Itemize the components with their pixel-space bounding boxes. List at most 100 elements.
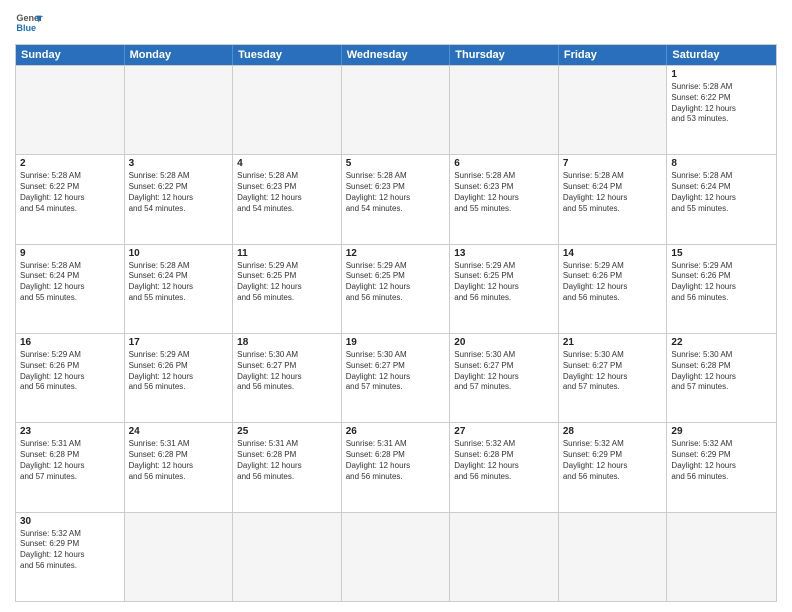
- calendar-header-row: SundayMondayTuesdayWednesdayThursdayFrid…: [16, 45, 776, 65]
- day-number: 4: [237, 158, 337, 169]
- header-cell-thursday: Thursday: [450, 45, 559, 65]
- calendar-cell: 2 Sunrise: 5:28 AM Sunset: 6:22 PM Daylig…: [16, 155, 125, 243]
- calendar: SundayMondayTuesdayWednesdayThursdayFrid…: [15, 44, 777, 602]
- day-info: Sunrise: 5:32 AM Sunset: 6:28 PM Dayligh…: [454, 439, 554, 482]
- calendar-cell: 3 Sunrise: 5:28 AM Sunset: 6:22 PM Daylig…: [125, 155, 234, 243]
- calendar-cell: [233, 513, 342, 601]
- day-info: Sunrise: 5:28 AM Sunset: 6:22 PM Dayligh…: [129, 171, 229, 214]
- day-info: Sunrise: 5:31 AM Sunset: 6:28 PM Dayligh…: [129, 439, 229, 482]
- day-info: Sunrise: 5:28 AM Sunset: 6:24 PM Dayligh…: [671, 171, 772, 214]
- day-info: Sunrise: 5:29 AM Sunset: 6:26 PM Dayligh…: [20, 350, 120, 393]
- calendar-row: 16 Sunrise: 5:29 AM Sunset: 6:26 PM Dayli…: [16, 333, 776, 422]
- day-number: 10: [129, 248, 229, 259]
- day-info: Sunrise: 5:29 AM Sunset: 6:26 PM Dayligh…: [563, 261, 663, 304]
- day-number: 3: [129, 158, 229, 169]
- day-number: 24: [129, 426, 229, 437]
- calendar-cell: 24 Sunrise: 5:31 AM Sunset: 6:28 PM Dayli…: [125, 423, 234, 511]
- calendar-cell: 7 Sunrise: 5:28 AM Sunset: 6:24 PM Daylig…: [559, 155, 668, 243]
- calendar-row: 1Sunrise: 5:28 AM Sunset: 6:22 PM Daylig…: [16, 65, 776, 154]
- calendar-cell: 25 Sunrise: 5:31 AM Sunset: 6:28 PM Dayli…: [233, 423, 342, 511]
- day-info: Sunrise: 5:30 AM Sunset: 6:27 PM Dayligh…: [237, 350, 337, 393]
- calendar-row: 30Sunrise: 5:32 AM Sunset: 6:29 PM Dayli…: [16, 512, 776, 601]
- day-number: 11: [237, 248, 337, 259]
- calendar-cell: [559, 66, 668, 154]
- day-info: Sunrise: 5:30 AM Sunset: 6:28 PM Dayligh…: [671, 350, 772, 393]
- day-info: Sunrise: 5:31 AM Sunset: 6:28 PM Dayligh…: [237, 439, 337, 482]
- header-cell-sunday: Sunday: [16, 45, 125, 65]
- calendar-cell: [342, 66, 451, 154]
- day-info: Sunrise: 5:28 AM Sunset: 6:23 PM Dayligh…: [346, 171, 446, 214]
- day-info: Sunrise: 5:29 AM Sunset: 6:26 PM Dayligh…: [671, 261, 772, 304]
- calendar-cell: 4Sunrise: 5:28 AM Sunset: 6:23 PM Daylig…: [233, 155, 342, 243]
- calendar-cell: [16, 66, 125, 154]
- day-number: 18: [237, 337, 337, 348]
- calendar-body: 1Sunrise: 5:28 AM Sunset: 6:22 PM Daylig…: [16, 65, 776, 601]
- calendar-cell: 17 Sunrise: 5:29 AM Sunset: 6:26 PM Dayli…: [125, 334, 234, 422]
- day-info: Sunrise: 5:32 AM Sunset: 6:29 PM Dayligh…: [563, 439, 663, 482]
- day-number: 16: [20, 337, 120, 348]
- calendar-cell: [450, 513, 559, 601]
- day-info: Sunrise: 5:31 AM Sunset: 6:28 PM Dayligh…: [20, 439, 120, 482]
- day-info: Sunrise: 5:28 AM Sunset: 6:24 PM Dayligh…: [20, 261, 120, 304]
- day-info: Sunrise: 5:28 AM Sunset: 6:24 PM Dayligh…: [563, 171, 663, 214]
- day-number: 28: [563, 426, 663, 437]
- day-number: 21: [563, 337, 663, 348]
- day-number: 15: [671, 248, 772, 259]
- calendar-cell: [125, 66, 234, 154]
- day-info: Sunrise: 5:32 AM Sunset: 6:29 PM Dayligh…: [20, 529, 120, 572]
- header-cell-monday: Monday: [125, 45, 234, 65]
- calendar-cell: 10 Sunrise: 5:28 AM Sunset: 6:24 PM Dayli…: [125, 245, 234, 333]
- header-cell-wednesday: Wednesday: [342, 45, 451, 65]
- calendar-cell: 18 Sunrise: 5:30 AM Sunset: 6:27 PM Dayli…: [233, 334, 342, 422]
- calendar-cell: 19 Sunrise: 5:30 AM Sunset: 6:27 PM Dayli…: [342, 334, 451, 422]
- day-number: 20: [454, 337, 554, 348]
- day-number: 29: [671, 426, 772, 437]
- header-cell-friday: Friday: [559, 45, 668, 65]
- day-number: 2: [20, 158, 120, 169]
- day-number: 12: [346, 248, 446, 259]
- day-number: 23: [20, 426, 120, 437]
- calendar-cell: 21 Sunrise: 5:30 AM Sunset: 6:27 PM Dayli…: [559, 334, 668, 422]
- day-number: 13: [454, 248, 554, 259]
- calendar-cell: 16 Sunrise: 5:29 AM Sunset: 6:26 PM Dayli…: [16, 334, 125, 422]
- day-info: Sunrise: 5:28 AM Sunset: 6:24 PM Dayligh…: [129, 261, 229, 304]
- calendar-cell: [667, 513, 776, 601]
- calendar-cell: 27 Sunrise: 5:32 AM Sunset: 6:28 PM Dayli…: [450, 423, 559, 511]
- calendar-cell: [450, 66, 559, 154]
- header: General Blue: [15, 10, 777, 38]
- day-number: 9: [20, 248, 120, 259]
- day-number: 14: [563, 248, 663, 259]
- day-number: 19: [346, 337, 446, 348]
- calendar-cell: 8 Sunrise: 5:28 AM Sunset: 6:24 PM Daylig…: [667, 155, 776, 243]
- calendar-cell: 23 Sunrise: 5:31 AM Sunset: 6:28 PM Dayli…: [16, 423, 125, 511]
- day-info: Sunrise: 5:30 AM Sunset: 6:27 PM Dayligh…: [563, 350, 663, 393]
- day-info: Sunrise: 5:28 AM Sunset: 6:22 PM Dayligh…: [671, 82, 772, 125]
- day-info: Sunrise: 5:29 AM Sunset: 6:25 PM Dayligh…: [237, 261, 337, 304]
- calendar-cell: [559, 513, 668, 601]
- day-number: 27: [454, 426, 554, 437]
- day-info: Sunrise: 5:28 AM Sunset: 6:23 PM Dayligh…: [454, 171, 554, 214]
- calendar-row: 23 Sunrise: 5:31 AM Sunset: 6:28 PM Dayli…: [16, 422, 776, 511]
- calendar-cell: 11 Sunrise: 5:29 AM Sunset: 6:25 PM Dayli…: [233, 245, 342, 333]
- calendar-cell: [125, 513, 234, 601]
- header-cell-saturday: Saturday: [667, 45, 776, 65]
- day-info: Sunrise: 5:29 AM Sunset: 6:26 PM Dayligh…: [129, 350, 229, 393]
- day-info: Sunrise: 5:32 AM Sunset: 6:29 PM Dayligh…: [671, 439, 772, 482]
- day-info: Sunrise: 5:29 AM Sunset: 6:25 PM Dayligh…: [346, 261, 446, 304]
- header-cell-tuesday: Tuesday: [233, 45, 342, 65]
- generalblue-logo-icon: General Blue: [15, 10, 43, 38]
- day-info: Sunrise: 5:30 AM Sunset: 6:27 PM Dayligh…: [346, 350, 446, 393]
- calendar-row: 9 Sunrise: 5:28 AM Sunset: 6:24 PM Daylig…: [16, 244, 776, 333]
- calendar-cell: 12 Sunrise: 5:29 AM Sunset: 6:25 PM Dayli…: [342, 245, 451, 333]
- day-number: 8: [671, 158, 772, 169]
- calendar-row: 2 Sunrise: 5:28 AM Sunset: 6:22 PM Daylig…: [16, 154, 776, 243]
- svg-text:Blue: Blue: [16, 23, 36, 33]
- day-info: Sunrise: 5:30 AM Sunset: 6:27 PM Dayligh…: [454, 350, 554, 393]
- day-number: 26: [346, 426, 446, 437]
- day-number: 17: [129, 337, 229, 348]
- day-number: 7: [563, 158, 663, 169]
- calendar-cell: 5Sunrise: 5:28 AM Sunset: 6:23 PM Daylig…: [342, 155, 451, 243]
- day-info: Sunrise: 5:28 AM Sunset: 6:22 PM Dayligh…: [20, 171, 120, 214]
- calendar-cell: 20 Sunrise: 5:30 AM Sunset: 6:27 PM Dayli…: [450, 334, 559, 422]
- day-number: 25: [237, 426, 337, 437]
